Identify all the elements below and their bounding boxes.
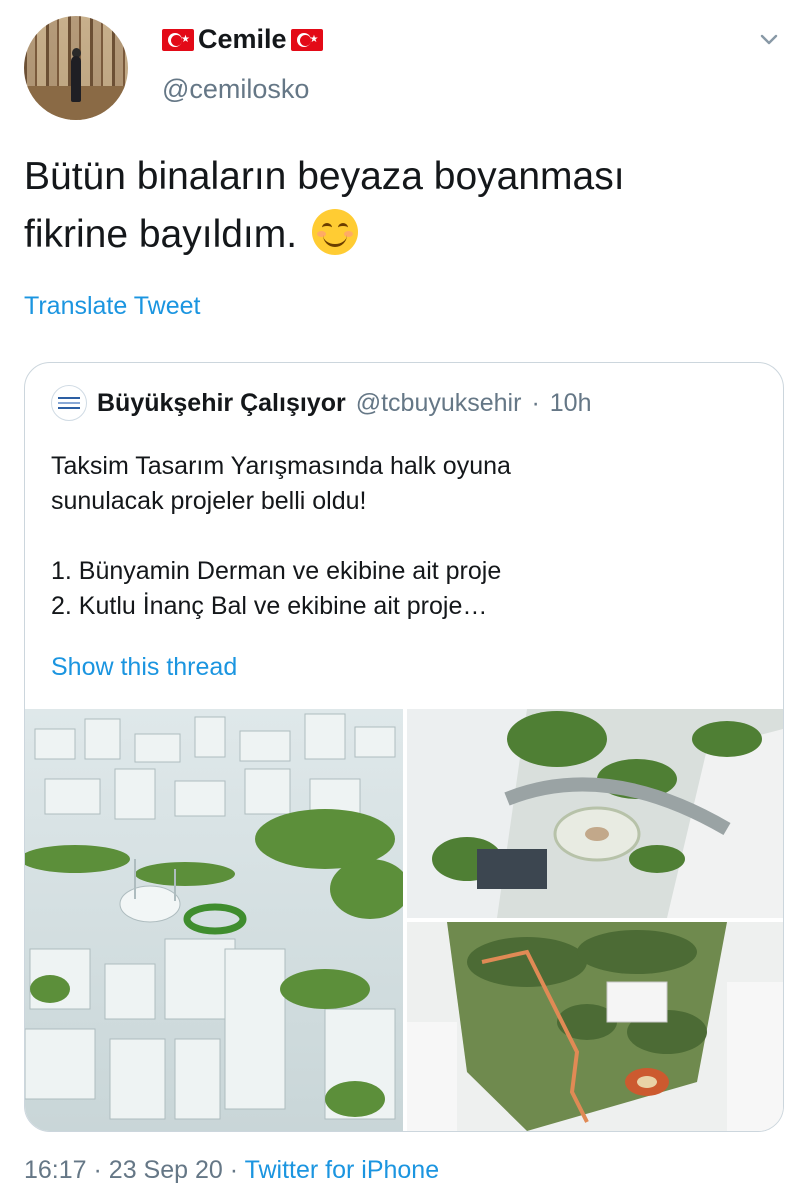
quoted-text-line: 2. Kutlu İnanç Bal ve ekibine ait proje… <box>51 592 488 620</box>
author-name-row[interactable]: ★ Cemile ★ <box>162 24 323 55</box>
quoted-text-line: sunulacak projeler belli oldu! <box>51 487 367 515</box>
quoted-text-line: Taksim Tasarım Yarışmasında halk oyuna <box>51 452 511 480</box>
quoted-tweet-header: Büyükşehir Çalışıyor @tcbuyuksehir · 10h <box>51 385 592 421</box>
media-image-3[interactable] <box>407 922 783 1131</box>
quoted-media-grid <box>25 709 783 1131</box>
quoted-author-avatar[interactable] <box>51 385 87 421</box>
show-thread-link[interactable]: Show this thread <box>51 653 237 682</box>
quoted-text-line: 1. Bünyamin Derman ve ekibine ait proje <box>51 557 502 585</box>
quoted-author-handle[interactable]: @tcbuyuksehir <box>356 389 522 418</box>
quoted-author-name[interactable]: Büyükşehir Çalışıyor <box>97 389 346 418</box>
turkey-flag-icon: ★ <box>290 28 323 51</box>
translate-tweet-link[interactable]: Translate Tweet <box>24 292 200 321</box>
tweet-header: ★ Cemile ★ @cemilosko <box>24 16 784 126</box>
tweet-source-link[interactable]: Twitter for iPhone <box>245 1156 440 1184</box>
media-image-2[interactable] <box>407 709 783 918</box>
author-display-name[interactable]: Cemile <box>198 24 287 55</box>
footer-separator: · <box>93 1156 102 1184</box>
tweet-time[interactable]: 16:17 <box>24 1156 87 1184</box>
tweet-text-line-2: fikrine bayıldım. <box>24 213 298 256</box>
smiling-face-icon <box>311 209 358 255</box>
quoted-dot-separator: · <box>531 388 540 417</box>
quoted-tweet-card[interactable]: Büyükşehir Çalışıyor @tcbuyuksehir · 10h… <box>24 362 784 1132</box>
footer-separator: · <box>229 1156 239 1184</box>
author-handle[interactable]: @cemilosko <box>162 74 309 105</box>
turkey-flag-icon: ★ <box>162 28 194 51</box>
author-avatar[interactable] <box>24 16 128 120</box>
tweet-footer: 16:17 · 23 Sep 20 · Twitter for iPhone <box>24 1156 439 1185</box>
quoted-tweet-text: Taksim Tasarım Yarışmasında halk oyuna s… <box>51 449 751 624</box>
media-image-1[interactable] <box>25 709 403 1131</box>
tweet-text: Bütün binaların beyaza boyanması fikrine… <box>24 148 764 264</box>
tweet-date[interactable]: 23 Sep 20 <box>109 1156 223 1184</box>
tweet-text-line-1: Bütün binaların beyaza boyanması <box>24 155 625 198</box>
quoted-tweet-time[interactable]: 10h <box>550 389 592 418</box>
chevron-down-icon[interactable] <box>758 28 780 50</box>
